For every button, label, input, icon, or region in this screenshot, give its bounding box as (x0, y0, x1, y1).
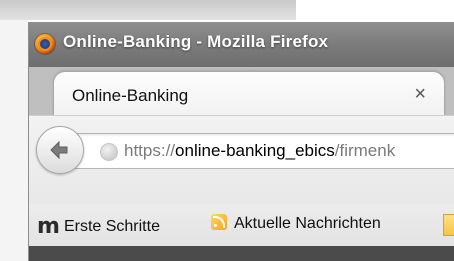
tab-label: Online-Banking (72, 86, 189, 105)
url-host: online-banking_ebics (175, 141, 335, 160)
rss-icon (211, 214, 227, 230)
url-text[interactable]: https://online-banking_ebics/firmenk (124, 141, 395, 161)
title-bar: Online-Banking - Mozilla Firefox (29, 22, 454, 67)
back-button[interactable] (36, 126, 84, 174)
bookmark-erste-schritte[interactable]: m Erste Schritte (37, 214, 160, 239)
firefox-window: Online-Banking - Mozilla Firefox Online-… (28, 22, 454, 261)
bookmark-label: Erste Schritte (63, 218, 160, 235)
desktop-background-left (0, 0, 28, 261)
back-arrow-icon (50, 140, 68, 160)
close-icon[interactable]: × (414, 82, 426, 106)
bookmark-label: Aktuelle Nachrichten (234, 215, 381, 232)
url-path: /firmenk (334, 141, 396, 160)
navigation-toolbar: https://online-banking_ebics/firmenk (29, 115, 454, 216)
m-icon: m (37, 214, 60, 239)
bookmarks-toolbar: m Erste Schritte Aktuelle Nachrichten (29, 204, 454, 246)
desktop-background-top (0, 0, 296, 20)
bookmark-folder-icon[interactable] (443, 214, 454, 236)
site-identity-icon[interactable] (100, 143, 118, 161)
url-bar[interactable]: https://online-banking_ebics/firmenk (69, 133, 454, 169)
window-title: Online-Banking - Mozilla Firefox (63, 32, 329, 51)
tab-online-banking[interactable]: Online-Banking × (53, 71, 445, 117)
bookmark-aktuelle-nachrichten[interactable]: Aktuelle Nachrichten (211, 214, 381, 238)
firefox-icon[interactable] (35, 34, 55, 54)
url-scheme: https:// (124, 141, 176, 160)
page-content-top (29, 246, 454, 261)
